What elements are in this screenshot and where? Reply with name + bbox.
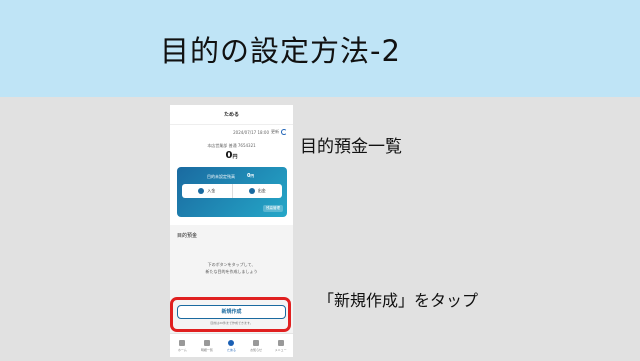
- piggy-bank-icon: [228, 339, 235, 346]
- deposit-label: 入金: [207, 188, 216, 193]
- deposit-icon: [198, 188, 205, 194]
- nav-label: お知らせ: [250, 347, 263, 352]
- unset-amount-unit: 円: [250, 174, 254, 178]
- empty-line-2: 新たな目的を作成しましょう: [205, 269, 258, 274]
- nav-notices[interactable]: お知らせ: [244, 334, 269, 357]
- nav-label: メニュー: [274, 347, 287, 352]
- unset-balance-amount: 0円: [247, 173, 254, 179]
- empty-line-1: 下のボタンをタップして、: [207, 262, 256, 267]
- deposit-button[interactable]: 入金: [182, 184, 232, 198]
- bottom-nav: ホーム 明細一覧 ためる お知らせ メニュー: [170, 333, 293, 357]
- withdraw-label: 出金: [257, 188, 266, 193]
- balance: 0円: [170, 150, 293, 161]
- empty-state-text: 下のボタンをタップして、 新たな目的を作成しましょう: [170, 261, 293, 275]
- nav-label: ホーム: [177, 347, 187, 352]
- datetime: 2024/07/17 18:00: [233, 129, 269, 135]
- mail-icon: [253, 339, 260, 346]
- nav-label: 明細一覧: [200, 347, 213, 352]
- withdraw-button[interactable]: 出金: [231, 184, 283, 198]
- withdraw-icon: [248, 188, 255, 194]
- balance-unit: 円: [232, 154, 238, 160]
- balance-manage-button[interactable]: 残高管理: [263, 205, 283, 212]
- deposit-withdraw-row: 入金 出金: [182, 184, 282, 198]
- menu-icon: [277, 339, 284, 346]
- nav-menu[interactable]: メニュー: [268, 334, 293, 357]
- nav-home[interactable]: ホーム: [170, 334, 195, 357]
- list-icon: [203, 339, 210, 346]
- highlight-box: [170, 297, 291, 332]
- slide-title: 目的の設定方法-2: [160, 34, 401, 68]
- unset-balance-card: 目的未設定残高 0円 入金 出金 残高管理: [177, 167, 287, 217]
- account-info: 本店営業部 普通 7654321: [207, 143, 256, 148]
- section-title: 目的預金: [177, 233, 198, 239]
- unset-balance-label: 目的未設定残高: [207, 174, 235, 179]
- annotation-goal-list: 目的預金一覧: [300, 137, 402, 157]
- refresh-label: 更新: [271, 129, 279, 134]
- nav-save[interactable]: ためる: [219, 334, 244, 357]
- nav-label: ためる: [226, 347, 236, 352]
- home-icon: [179, 339, 186, 346]
- nav-statements[interactable]: 明細一覧: [195, 334, 220, 357]
- app-header-title: ためる: [170, 105, 293, 125]
- datetime-row: 2024/07/17 18:00 更新: [233, 129, 287, 135]
- slide-title-bar: 目的の設定方法-2: [0, 0, 640, 97]
- annotation-tap-new: 「新規作成」をタップ: [318, 291, 479, 310]
- refresh-icon[interactable]: [281, 129, 287, 135]
